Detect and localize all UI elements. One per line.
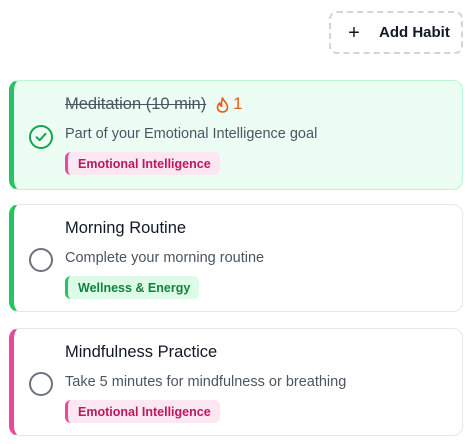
habit-card[interactable]: Mindfulness Practice Take 5 minutes for … (9, 328, 463, 436)
habit-title-row: Meditation (10 min) 1 (65, 95, 242, 114)
habit-description: Part of your Emotional Intelligence goal (65, 126, 318, 142)
streak-count: 1 (233, 95, 243, 113)
habit-goal-tag: Emotional Intelligence (65, 152, 220, 175)
habit-title: Meditation (10 min) (65, 95, 207, 113)
habit-title-row: Morning Routine (65, 219, 186, 238)
plus-icon: + (348, 21, 360, 44)
flame-icon (216, 96, 229, 113)
add-habit-label: Add Habit (379, 24, 450, 41)
add-habit-button[interactable]: + Add Habit (329, 11, 463, 54)
habit-complete-toggle[interactable] (29, 248, 53, 272)
habit-list-panel: + Add Habit Meditation (10 min) 1 Part o… (0, 0, 476, 444)
habit-title: Mindfulness Practice (65, 343, 218, 361)
habit-description: Take 5 minutes for mindfulness or breath… (65, 374, 347, 390)
habit-description: Complete your morning routine (65, 250, 265, 266)
streak-badge: 1 (216, 95, 242, 114)
habit-complete-toggle[interactable] (29, 125, 53, 149)
habit-card[interactable]: Meditation (10 min) 1 Part of your Emoti… (9, 80, 463, 190)
habit-goal-tag: Emotional Intelligence (65, 400, 220, 423)
habit-title-row: Mindfulness Practice (65, 343, 217, 362)
habit-complete-toggle[interactable] (29, 372, 53, 396)
habit-goal-tag: Wellness & Energy (65, 276, 200, 299)
habit-card[interactable]: Morning Routine Complete your morning ro… (9, 204, 463, 312)
habit-title: Morning Routine (65, 219, 187, 237)
checkmark-icon (35, 132, 47, 142)
